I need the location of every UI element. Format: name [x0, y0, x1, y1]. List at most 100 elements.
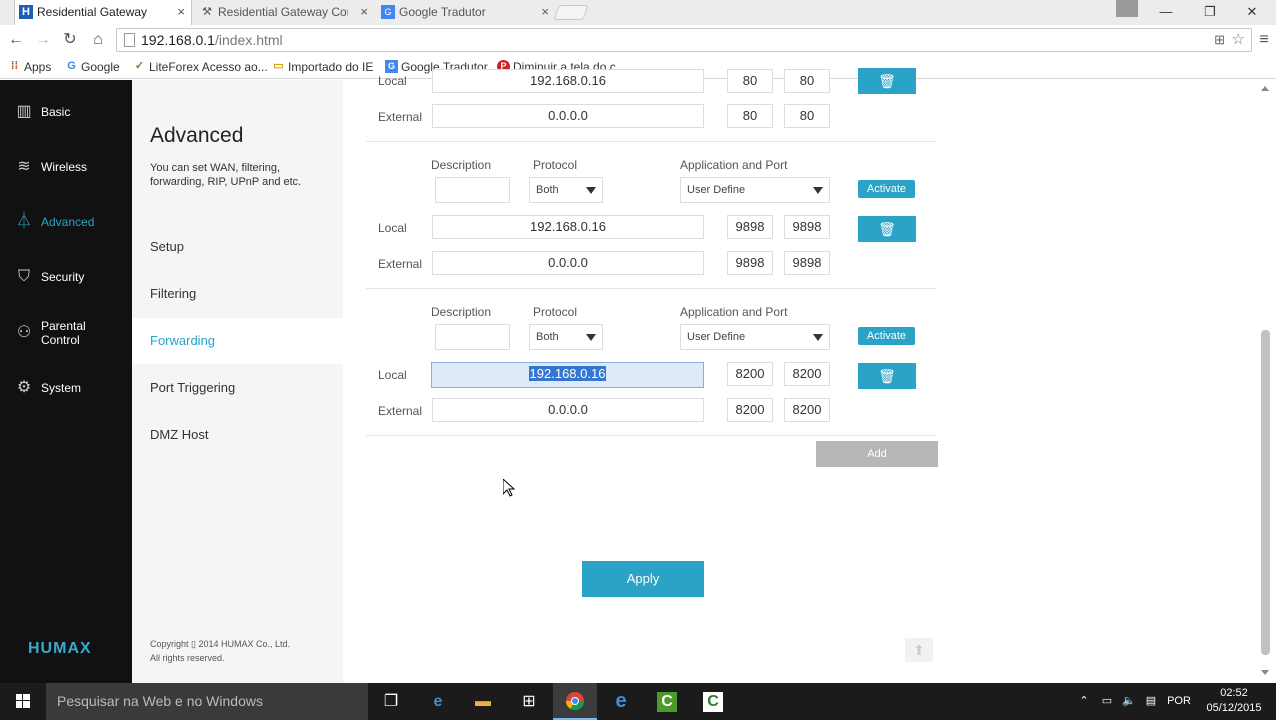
rule-divider	[366, 288, 936, 289]
external-ip-input[interactable]: 0.0.0.0	[432, 251, 704, 275]
menu-icon[interactable]: ≡	[1253, 29, 1275, 51]
bookmark-importado-ie[interactable]: ▭ Importado do IE	[272, 58, 373, 76]
external-end-port-input[interactable]: 9898	[784, 251, 830, 275]
taskbar-search-input[interactable]: Pesquisar na Web e no Windows	[46, 683, 368, 720]
delete-rule-button[interactable]: 🗑	[858, 363, 916, 389]
delete-rule-button[interactable]: 🗑	[858, 216, 916, 242]
submenu-item-setup[interactable]: Setup	[132, 224, 343, 270]
scroll-to-top-button[interactable]: ⬆	[905, 638, 933, 662]
sidebar-item-system[interactable]: ⚙ System	[0, 368, 132, 408]
restore-window-button[interactable]: ❐	[1188, 0, 1232, 25]
minimize-window-button[interactable]: —	[1144, 0, 1188, 25]
local-end-port-input[interactable]: 9898	[784, 215, 830, 239]
delete-rule-button[interactable]: 🗑	[858, 68, 916, 94]
sidebar-item-wireless[interactable]: ≋ Wireless	[0, 147, 132, 187]
external-ip-input[interactable]: 0.0.0.0	[432, 398, 704, 422]
external-start-port-input[interactable]: 8200	[727, 398, 773, 422]
home-icon[interactable]: ⌂	[87, 29, 109, 51]
mouse-cursor-icon	[503, 479, 515, 497]
copyright-line: All rights reserved.	[150, 653, 225, 663]
network-icon[interactable]: ▭	[1098, 683, 1116, 720]
application-select[interactable]: User Define	[680, 177, 830, 203]
sidebar-item-basic[interactable]: ▥ Basic	[0, 92, 132, 132]
activate-button[interactable]: Activate	[858, 327, 915, 345]
start-button[interactable]	[0, 683, 46, 720]
bookmark-google[interactable]: G Google	[65, 58, 119, 76]
submenu-item-forwarding[interactable]: Forwarding	[132, 318, 343, 364]
external-start-port-input[interactable]: 80	[727, 104, 773, 128]
local-end-port-input[interactable]: 80	[784, 69, 830, 93]
back-arrow-icon[interactable]: ←	[5, 29, 27, 51]
local-ip-input[interactable]: 192.168.0.16	[432, 215, 704, 239]
store-icon[interactable]: ⊞	[507, 683, 551, 720]
local-start-port-input[interactable]: 80	[727, 69, 773, 93]
description-input[interactable]	[435, 324, 510, 350]
profile-avatar-icon[interactable]	[1116, 0, 1138, 17]
tab-google-tradutor[interactable]: G Google Tradutor ×	[377, 0, 555, 25]
protocol-select[interactable]: Both	[529, 324, 603, 350]
trash-icon: 🗑	[878, 221, 896, 237]
app-port-label: Application and Port	[680, 305, 788, 319]
reload-icon[interactable]: ↻	[59, 29, 81, 51]
activate-button[interactable]: Activate	[858, 180, 915, 198]
page-scrollbar[interactable]	[1257, 80, 1276, 683]
volume-icon[interactable]: 🔈	[1120, 683, 1138, 720]
description-input[interactable]	[435, 177, 510, 203]
apply-button[interactable]: Apply	[582, 561, 704, 597]
tab-title: Residential Gateway	[37, 5, 148, 19]
bookmark-liteforex[interactable]: ✓ LiteForex Acesso ao...	[133, 58, 268, 76]
external-end-port-input[interactable]: 80	[784, 104, 830, 128]
chevron-down-icon	[586, 187, 596, 194]
close-window-button[interactable]: ✕	[1230, 0, 1274, 25]
local-ip-input[interactable]: 192.168.0.16	[431, 362, 704, 388]
task-view-icon[interactable]: ❐	[369, 683, 413, 720]
add-rule-button[interactable]: Add	[816, 441, 938, 467]
external-start-port-input[interactable]: 9898	[727, 251, 773, 275]
tab-residential-gateway[interactable]: H Residential Gateway ×	[14, 0, 192, 25]
local-ip-input[interactable]: 192.168.0.16	[432, 69, 704, 93]
address-bar[interactable]: 192.168.0.1/index.html ⊞ ☆	[116, 28, 1252, 52]
close-tab-icon[interactable]: ×	[360, 0, 368, 24]
url-path: /index.html	[214, 32, 283, 48]
camtasia-studio-icon[interactable]: C	[691, 683, 735, 720]
show-hidden-icons-icon[interactable]: ⌃	[1076, 683, 1092, 720]
local-start-port-input[interactable]: 8200	[727, 362, 773, 386]
protocol-select[interactable]: Both	[529, 177, 603, 203]
camtasia-recorder-icon[interactable]: C	[645, 683, 689, 720]
bookmark-label: LiteForex Acesso ao...	[149, 60, 268, 74]
submenu-item-filtering[interactable]: Filtering	[132, 271, 343, 317]
internet-explorer-icon[interactable]: e	[599, 683, 643, 720]
bookmark-apps[interactable]: ⁞⁞ Apps	[8, 58, 52, 76]
wifi-icon: ≋	[17, 158, 31, 175]
scroll-up-icon[interactable]	[1261, 86, 1269, 91]
taskbar-clock[interactable]: 02:52 05/12/2015	[1198, 686, 1270, 716]
sidebar-item-advanced[interactable]: ⏃ Advanced	[0, 202, 132, 242]
scrollbar-thumb[interactable]	[1261, 330, 1270, 655]
local-end-port-input[interactable]: 8200	[784, 362, 830, 386]
new-tab-button[interactable]	[553, 5, 589, 20]
bookmark-star-icon[interactable]: ☆	[1232, 29, 1245, 51]
notifications-icon[interactable]: ▤	[1142, 683, 1160, 720]
sidebar-item-security[interactable]: ⛉ Security	[0, 257, 132, 297]
close-tab-icon[interactable]: ×	[541, 0, 549, 24]
chevron-down-icon	[586, 334, 596, 341]
local-start-port-input[interactable]: 9898	[727, 215, 773, 239]
scroll-down-icon[interactable]	[1261, 670, 1269, 675]
external-ip-input[interactable]: 0.0.0.0	[432, 104, 704, 128]
tab-residential-gateway-config[interactable]: ⚒ Residential Gateway Confi ×	[196, 0, 374, 25]
file-explorer-icon[interactable]: ▬	[461, 683, 505, 720]
submenu-item-port-triggering[interactable]: Port Triggering	[132, 365, 343, 411]
language-indicator[interactable]: POR	[1166, 683, 1192, 720]
description-label: Description	[431, 158, 492, 172]
sidebar-item-parental-control[interactable]: ⚇ Parental Control	[0, 313, 132, 353]
chrome-icon[interactable]	[553, 683, 597, 720]
arrow-up-icon: ⬆	[913, 642, 925, 658]
edge-icon[interactable]: e	[416, 683, 460, 720]
application-select[interactable]: User Define	[680, 324, 830, 350]
translate-page-icon[interactable]: ⊞	[1214, 29, 1225, 51]
application-value: User Define	[687, 331, 746, 343]
external-end-port-input[interactable]: 8200	[784, 398, 830, 422]
forward-arrow-icon[interactable]: →	[32, 29, 54, 51]
close-tab-icon[interactable]: ×	[177, 0, 185, 24]
submenu-item-dmz-host[interactable]: DMZ Host	[132, 412, 343, 458]
